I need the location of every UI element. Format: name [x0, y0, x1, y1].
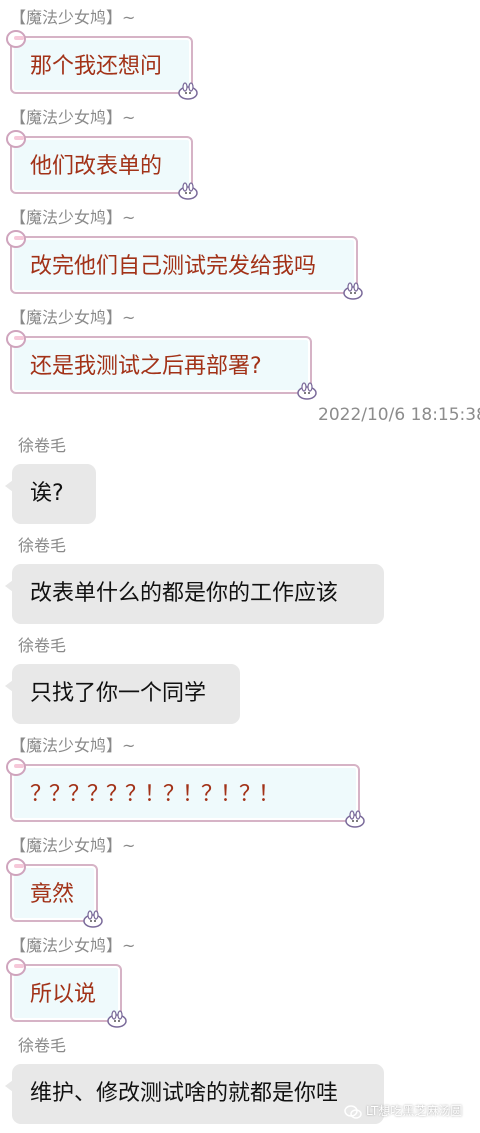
- sender-name: 徐卷毛: [18, 1036, 67, 1055]
- message-bubble[interactable]: 诶?: [5, 464, 96, 524]
- message-text: 只找了你一个同学: [30, 681, 207, 706]
- message-bubble[interactable]: 维护、修改测试啥的就都是你哇: [5, 1064, 384, 1124]
- watermark-text: LT想吃黑芝麻汤圆: [366, 1104, 463, 1118]
- message-bubble[interactable]: 只找了你一个同学: [5, 664, 240, 724]
- curl-decoration-icon: [6, 758, 26, 776]
- watermark: LT想吃黑芝麻汤圆: [344, 1100, 462, 1122]
- message-text: 维护、修改测试啥的就都是你哇: [30, 1081, 339, 1106]
- bunny-sticker-icon: [107, 1010, 127, 1028]
- bunny-sticker-icon: [345, 810, 365, 828]
- message-bubble[interactable]: 还是我测试之后再部署?: [6, 330, 317, 400]
- curl-decoration-icon: [6, 130, 26, 148]
- message-bubble[interactable]: 他们改表单的: [6, 130, 198, 200]
- curl-decoration-icon: [6, 30, 26, 48]
- sender-name: 徐卷毛: [18, 436, 67, 455]
- message-text: 那个我还想问: [30, 54, 163, 79]
- message-bubble[interactable]: 改表单什么的都是你的工作应该: [5, 564, 384, 624]
- sender-name: 【魔法少女鸠】~: [10, 308, 136, 327]
- message-text: ？？？？？？！？！？！？！: [30, 782, 280, 807]
- curl-decoration-icon: [6, 230, 26, 248]
- sender-name: 【魔法少女鸠】~: [10, 736, 136, 755]
- message-text: 诶?: [30, 481, 64, 506]
- sender-name: 徐卷毛: [18, 536, 67, 555]
- message-text: 还是我测试之后再部署?: [30, 354, 262, 379]
- sender-name: 【魔法少女鸠】~: [10, 108, 136, 127]
- message-text: 竟然: [30, 882, 75, 907]
- message-bubble[interactable]: 那个我还想问: [6, 30, 198, 100]
- bunny-sticker-icon: [343, 282, 363, 300]
- message-bubble[interactable]: 竟然: [6, 858, 103, 928]
- bunny-sticker-icon: [297, 382, 317, 400]
- curl-decoration-icon: [6, 958, 26, 976]
- wechat-icon: [344, 1104, 362, 1119]
- bunny-sticker-icon: [178, 82, 198, 100]
- message-text: 所以说: [30, 982, 97, 1007]
- message-timestamp: 2022/10/6 18:15:38: [318, 405, 480, 425]
- sender-name: 【魔法少女鸠】~: [10, 936, 136, 955]
- message-text: 他们改表单的: [30, 154, 163, 179]
- sender-name: 【魔法少女鸠】~: [10, 208, 136, 227]
- sender-name: 【魔法少女鸠】~: [10, 8, 136, 27]
- sender-name: 徐卷毛: [18, 636, 67, 655]
- bunny-sticker-icon: [83, 910, 103, 928]
- curl-decoration-icon: [6, 858, 26, 876]
- chat-log: 【魔法少女鸠】~ 那个我还想问 【魔法少女鸠】~ 他们改表单的 【魔法少女鸠】~…: [0, 0, 480, 1133]
- message-text: 改表单什么的都是你的工作应该: [30, 581, 339, 606]
- sender-name: 【魔法少女鸠】~: [10, 836, 136, 855]
- message-bubble[interactable]: 改完他们自己测试完发给我吗: [6, 230, 363, 300]
- message-bubble[interactable]: ？？？？？？！？！？！？！: [6, 758, 365, 828]
- curl-decoration-icon: [6, 330, 26, 348]
- message-text: 改完他们自己测试完发给我吗: [30, 254, 317, 279]
- message-bubble[interactable]: 所以说: [6, 958, 127, 1028]
- bunny-sticker-icon: [178, 182, 198, 200]
